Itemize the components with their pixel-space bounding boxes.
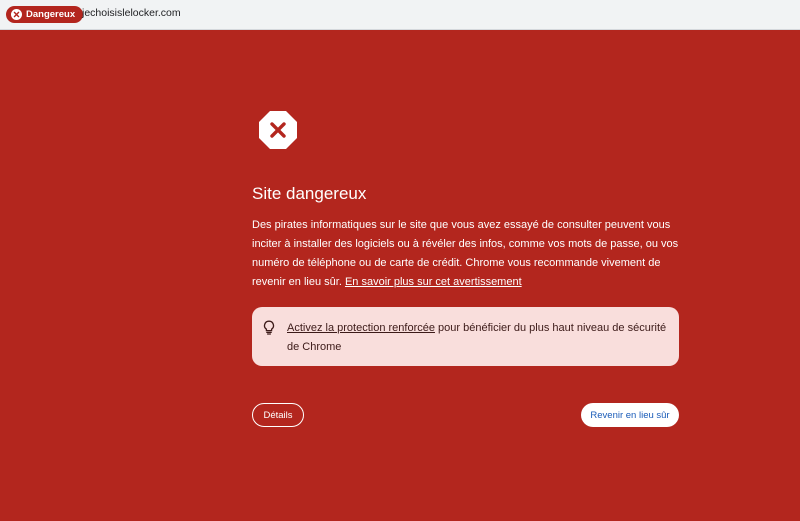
stop-x-icon (258, 110, 298, 155)
security-chip[interactable]: Dangereux (6, 6, 84, 23)
warning-description: Des pirates informatiques sur le site qu… (252, 216, 682, 292)
details-button[interactable]: Détails (252, 403, 304, 427)
learn-more-link[interactable]: En savoir plus sur cet avertissement (345, 276, 522, 288)
back-to-safety-button[interactable]: Revenir en lieu sûr (581, 403, 679, 427)
danger-icon (11, 9, 22, 20)
enhanced-protection-callout: Activez la protection renforcée pour bén… (252, 307, 679, 366)
lightbulb-icon (263, 320, 275, 340)
callout-text: Activez la protection renforcée pour bén… (287, 319, 667, 357)
security-chip-label: Dangereux (26, 9, 76, 20)
enhanced-protection-link[interactable]: Activez la protection renforcée (287, 322, 435, 334)
address-bar: Dangereux jechoisislelocker.com (0, 0, 800, 30)
url-text[interactable]: jechoisislelocker.com (82, 7, 181, 19)
page-title: Site dangereux (252, 184, 367, 203)
